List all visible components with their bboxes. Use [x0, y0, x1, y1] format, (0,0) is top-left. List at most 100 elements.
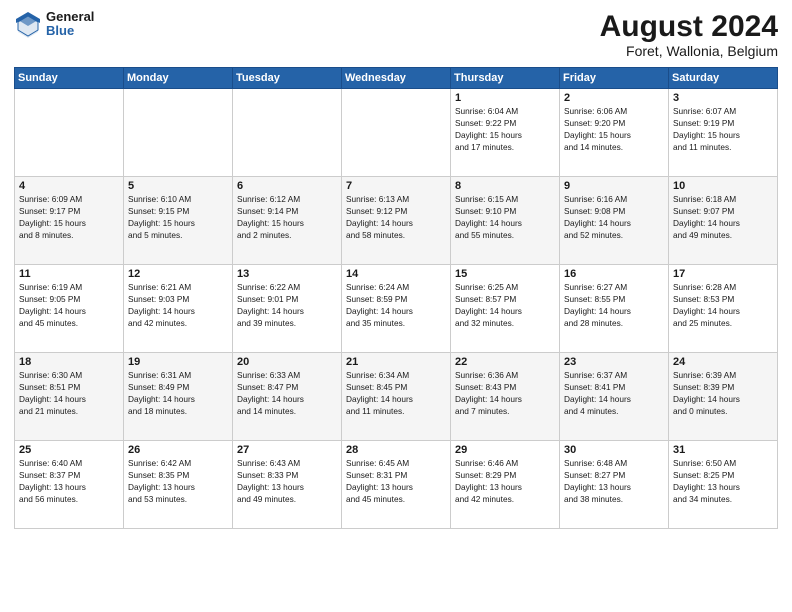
table-row	[233, 89, 342, 177]
day-number: 13	[237, 268, 337, 280]
day-info: Sunrise: 6:40 AMSunset: 8:37 PMDaylight:…	[19, 457, 119, 505]
table-row: 28Sunrise: 6:45 AMSunset: 8:31 PMDayligh…	[342, 441, 451, 529]
day-number: 29	[455, 444, 555, 456]
weekday-monday: Monday	[124, 68, 233, 89]
day-info: Sunrise: 6:15 AMSunset: 9:10 PMDaylight:…	[455, 193, 555, 241]
day-info: Sunrise: 6:19 AMSunset: 9:05 PMDaylight:…	[19, 281, 119, 329]
day-info: Sunrise: 6:16 AMSunset: 9:08 PMDaylight:…	[564, 193, 664, 241]
day-number: 7	[346, 180, 446, 192]
day-info: Sunrise: 6:10 AMSunset: 9:15 PMDaylight:…	[128, 193, 228, 241]
weekday-tuesday: Tuesday	[233, 68, 342, 89]
weekday-friday: Friday	[560, 68, 669, 89]
logo: General Blue	[14, 10, 94, 39]
page-header: General Blue August 2024 Foret, Wallonia…	[14, 10, 778, 59]
calendar-week-row: 25Sunrise: 6:40 AMSunset: 8:37 PMDayligh…	[15, 441, 778, 529]
table-row: 15Sunrise: 6:25 AMSunset: 8:57 PMDayligh…	[451, 265, 560, 353]
day-number: 17	[673, 268, 773, 280]
table-row	[15, 89, 124, 177]
table-row: 2Sunrise: 6:06 AMSunset: 9:20 PMDaylight…	[560, 89, 669, 177]
calendar-week-row: 18Sunrise: 6:30 AMSunset: 8:51 PMDayligh…	[15, 353, 778, 441]
day-number: 18	[19, 356, 119, 368]
day-info: Sunrise: 6:09 AMSunset: 9:17 PMDaylight:…	[19, 193, 119, 241]
table-row: 10Sunrise: 6:18 AMSunset: 9:07 PMDayligh…	[669, 177, 778, 265]
day-info: Sunrise: 6:33 AMSunset: 8:47 PMDaylight:…	[237, 369, 337, 417]
day-info: Sunrise: 6:37 AMSunset: 8:41 PMDaylight:…	[564, 369, 664, 417]
day-number: 22	[455, 356, 555, 368]
weekday-thursday: Thursday	[451, 68, 560, 89]
day-info: Sunrise: 6:22 AMSunset: 9:01 PMDaylight:…	[237, 281, 337, 329]
day-info: Sunrise: 6:27 AMSunset: 8:55 PMDaylight:…	[564, 281, 664, 329]
table-row: 8Sunrise: 6:15 AMSunset: 9:10 PMDaylight…	[451, 177, 560, 265]
table-row: 24Sunrise: 6:39 AMSunset: 8:39 PMDayligh…	[669, 353, 778, 441]
day-number: 25	[19, 444, 119, 456]
day-number: 9	[564, 180, 664, 192]
calendar-header-row: Sunday Monday Tuesday Wednesday Thursday…	[15, 68, 778, 89]
day-number: 26	[128, 444, 228, 456]
table-row: 6Sunrise: 6:12 AMSunset: 9:14 PMDaylight…	[233, 177, 342, 265]
day-info: Sunrise: 6:28 AMSunset: 8:53 PMDaylight:…	[673, 281, 773, 329]
table-row: 16Sunrise: 6:27 AMSunset: 8:55 PMDayligh…	[560, 265, 669, 353]
table-row: 26Sunrise: 6:42 AMSunset: 8:35 PMDayligh…	[124, 441, 233, 529]
table-row: 14Sunrise: 6:24 AMSunset: 8:59 PMDayligh…	[342, 265, 451, 353]
table-row: 5Sunrise: 6:10 AMSunset: 9:15 PMDaylight…	[124, 177, 233, 265]
day-number: 27	[237, 444, 337, 456]
title-block: August 2024 Foret, Wallonia, Belgium	[600, 10, 778, 59]
day-number: 10	[673, 180, 773, 192]
day-number: 8	[455, 180, 555, 192]
calendar-week-row: 1Sunrise: 6:04 AMSunset: 9:22 PMDaylight…	[15, 89, 778, 177]
table-row	[342, 89, 451, 177]
day-info: Sunrise: 6:50 AMSunset: 8:25 PMDaylight:…	[673, 457, 773, 505]
table-row: 30Sunrise: 6:48 AMSunset: 8:27 PMDayligh…	[560, 441, 669, 529]
day-number: 14	[346, 268, 446, 280]
table-row: 22Sunrise: 6:36 AMSunset: 8:43 PMDayligh…	[451, 353, 560, 441]
weekday-wednesday: Wednesday	[342, 68, 451, 89]
day-info: Sunrise: 6:36 AMSunset: 8:43 PMDaylight:…	[455, 369, 555, 417]
table-row: 1Sunrise: 6:04 AMSunset: 9:22 PMDaylight…	[451, 89, 560, 177]
calendar-week-row: 4Sunrise: 6:09 AMSunset: 9:17 PMDaylight…	[15, 177, 778, 265]
day-number: 6	[237, 180, 337, 192]
day-info: Sunrise: 6:46 AMSunset: 8:29 PMDaylight:…	[455, 457, 555, 505]
day-number: 20	[237, 356, 337, 368]
logo-line2: Blue	[46, 24, 94, 38]
table-row: 27Sunrise: 6:43 AMSunset: 8:33 PMDayligh…	[233, 441, 342, 529]
day-info: Sunrise: 6:30 AMSunset: 8:51 PMDaylight:…	[19, 369, 119, 417]
day-info: Sunrise: 6:13 AMSunset: 9:12 PMDaylight:…	[346, 193, 446, 241]
day-info: Sunrise: 6:18 AMSunset: 9:07 PMDaylight:…	[673, 193, 773, 241]
day-info: Sunrise: 6:24 AMSunset: 8:59 PMDaylight:…	[346, 281, 446, 329]
logo-line1: General	[46, 10, 94, 24]
weekday-sunday: Sunday	[15, 68, 124, 89]
day-number: 16	[564, 268, 664, 280]
day-number: 19	[128, 356, 228, 368]
day-info: Sunrise: 6:07 AMSunset: 9:19 PMDaylight:…	[673, 105, 773, 153]
table-row: 18Sunrise: 6:30 AMSunset: 8:51 PMDayligh…	[15, 353, 124, 441]
day-number: 11	[19, 268, 119, 280]
day-number: 30	[564, 444, 664, 456]
table-row: 21Sunrise: 6:34 AMSunset: 8:45 PMDayligh…	[342, 353, 451, 441]
logo-text: General Blue	[46, 10, 94, 39]
day-info: Sunrise: 6:43 AMSunset: 8:33 PMDaylight:…	[237, 457, 337, 505]
day-info: Sunrise: 6:12 AMSunset: 9:14 PMDaylight:…	[237, 193, 337, 241]
logo-icon	[14, 10, 42, 38]
day-number: 12	[128, 268, 228, 280]
day-info: Sunrise: 6:45 AMSunset: 8:31 PMDaylight:…	[346, 457, 446, 505]
table-row: 31Sunrise: 6:50 AMSunset: 8:25 PMDayligh…	[669, 441, 778, 529]
table-row	[124, 89, 233, 177]
day-number: 3	[673, 92, 773, 104]
day-number: 21	[346, 356, 446, 368]
day-number: 28	[346, 444, 446, 456]
day-number: 4	[19, 180, 119, 192]
table-row: 11Sunrise: 6:19 AMSunset: 9:05 PMDayligh…	[15, 265, 124, 353]
table-row: 4Sunrise: 6:09 AMSunset: 9:17 PMDaylight…	[15, 177, 124, 265]
table-row: 9Sunrise: 6:16 AMSunset: 9:08 PMDaylight…	[560, 177, 669, 265]
day-info: Sunrise: 6:31 AMSunset: 8:49 PMDaylight:…	[128, 369, 228, 417]
day-info: Sunrise: 6:21 AMSunset: 9:03 PMDaylight:…	[128, 281, 228, 329]
day-info: Sunrise: 6:42 AMSunset: 8:35 PMDaylight:…	[128, 457, 228, 505]
table-row: 29Sunrise: 6:46 AMSunset: 8:29 PMDayligh…	[451, 441, 560, 529]
day-info: Sunrise: 6:48 AMSunset: 8:27 PMDaylight:…	[564, 457, 664, 505]
day-info: Sunrise: 6:25 AMSunset: 8:57 PMDaylight:…	[455, 281, 555, 329]
day-number: 1	[455, 92, 555, 104]
calendar-title: August 2024	[600, 10, 778, 43]
calendar-table: Sunday Monday Tuesday Wednesday Thursday…	[14, 67, 778, 529]
day-number: 24	[673, 356, 773, 368]
table-row: 12Sunrise: 6:21 AMSunset: 9:03 PMDayligh…	[124, 265, 233, 353]
